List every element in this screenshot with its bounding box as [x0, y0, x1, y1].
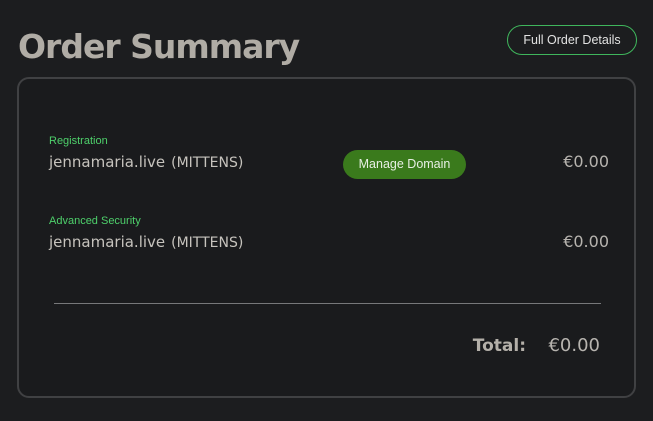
total-value: €0.00: [548, 335, 600, 356]
order-summary-card: Registration jennamaria.live (MITTENS) Ma…: [17, 77, 636, 398]
item-type-label: Advanced Security: [49, 215, 141, 227]
manage-domain-button[interactable]: Manage Domain: [343, 150, 466, 179]
item-domain-name: jennamaria.live (MITTENS): [49, 232, 243, 253]
item-domain-text: jennamaria.live: [49, 153, 166, 171]
item-domain-name: jennamaria.live (MITTENS): [49, 152, 243, 173]
order-item-advanced-security: Advanced Security jennamaria.live (MITTEN…: [49, 214, 609, 264]
order-summary-page: Order Summary Full Order Details Registr…: [0, 0, 653, 421]
item-domain-tag: (MITTENS): [171, 235, 244, 251]
order-item-registration: Registration jennamaria.live (MITTENS) Ma…: [49, 134, 609, 184]
item-type-label: Registration: [49, 135, 108, 147]
full-order-details-button[interactable]: Full Order Details: [507, 25, 637, 55]
page-title: Order Summary: [18, 27, 300, 66]
item-price: €0.00: [563, 152, 609, 171]
item-price: €0.00: [563, 232, 609, 251]
total-label: Total:: [472, 336, 526, 356]
item-domain-tag: (MITTENS): [171, 155, 244, 171]
item-domain-text: jennamaria.live: [49, 233, 166, 251]
total-divider: [54, 303, 601, 304]
